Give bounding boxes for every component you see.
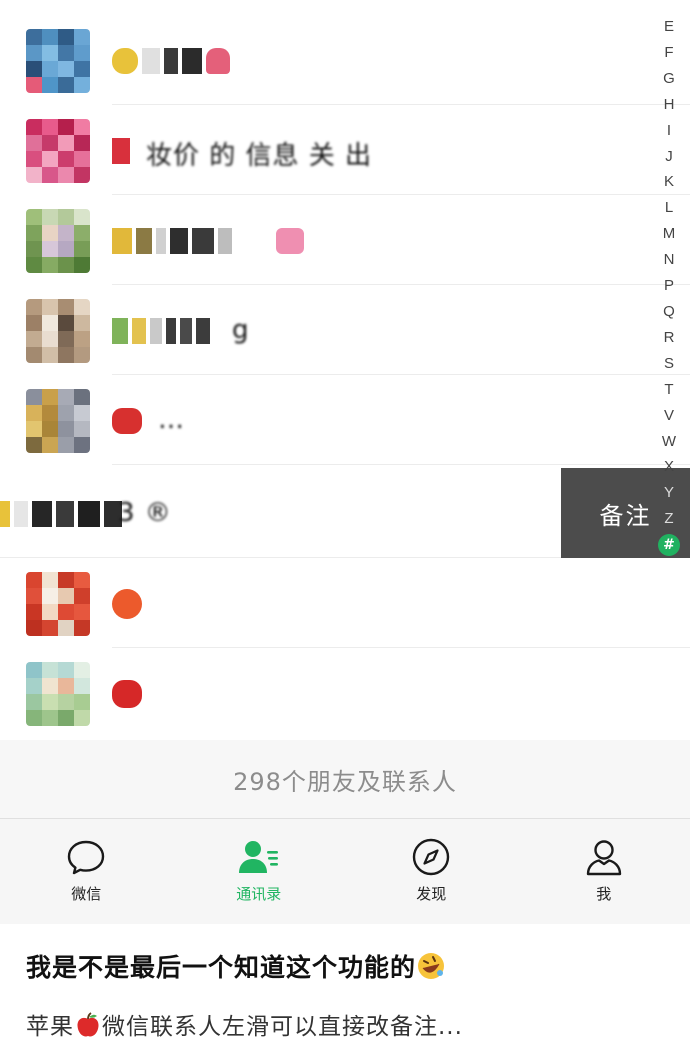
contact-count-text: 298个朋友及联系人	[233, 767, 457, 796]
contact-name-redacted	[112, 313, 210, 349]
post-title-text: 我是不是最后一个知道这个功能的	[26, 953, 417, 982]
tab-contacts[interactable]: 通讯录	[173, 819, 346, 924]
contact-avatar	[26, 572, 90, 636]
divider	[112, 464, 690, 465]
contact-name: 妆价 的 信息 关 出	[146, 141, 373, 171]
index-letter[interactable]: W	[662, 429, 676, 455]
contact-name: …	[158, 405, 185, 435]
contact-name-redacted	[112, 43, 230, 79]
index-letter[interactable]: K	[664, 169, 674, 195]
compass-icon	[409, 835, 453, 879]
index-letter[interactable]: Z	[664, 506, 673, 532]
contact-avatar	[26, 119, 90, 183]
index-letter[interactable]: P	[664, 273, 674, 299]
index-letter[interactable]: X	[664, 454, 674, 480]
index-letter[interactable]: E	[664, 14, 674, 40]
index-letter[interactable]: N	[664, 247, 675, 273]
tab-label: 发现	[416, 885, 447, 903]
index-letter[interactable]: V	[664, 403, 674, 429]
index-letter[interactable]: L	[665, 195, 673, 221]
contact-row[interactable]	[0, 195, 690, 285]
index-letter[interactable]: T	[664, 377, 673, 403]
post-caption: 我是不是最后一个知道这个功能的 苹果 微信联系人左滑可以直接改备注...	[0, 924, 690, 1044]
chat-bubble-icon	[64, 835, 108, 879]
post-body-suffix: 微信联系人左滑可以直接改备注...	[102, 1014, 463, 1040]
tab-discover[interactable]: 发现	[345, 819, 518, 924]
index-letter[interactable]: S	[664, 351, 674, 377]
contact-name: g	[232, 315, 250, 345]
contact-avatar	[26, 209, 90, 273]
contact-name-redacted	[0, 496, 122, 532]
tab-me[interactable]: 我	[518, 819, 690, 924]
contact-avatar	[26, 299, 90, 363]
contact-name-redacted	[112, 133, 130, 169]
tab-label: 我	[596, 885, 612, 903]
rolling-laughing-emoji-icon	[416, 951, 446, 987]
contact-name: 3 ®	[118, 498, 172, 528]
contact-row[interactable]	[0, 15, 690, 105]
contact-count: 298个朋友及联系人	[0, 740, 690, 818]
contact-row[interactable]	[0, 648, 690, 738]
contact-avatar	[26, 389, 90, 453]
index-letter[interactable]: G	[663, 66, 675, 92]
contact-avatar	[26, 29, 90, 93]
apple-emoji-icon	[74, 1011, 102, 1044]
index-letter[interactable]: M	[663, 221, 676, 247]
contact-row[interactable]: …	[0, 375, 690, 465]
contact-name-redacted	[112, 403, 142, 439]
index-letter[interactable]: Y	[664, 480, 674, 506]
index-letter[interactable]: Q	[663, 299, 675, 325]
index-letter[interactable]: F	[664, 40, 673, 66]
post-title: 我是不是最后一个知道这个功能的	[26, 948, 664, 987]
contact-list[interactable]: 妆价 的 信息 关 出 g … 3 ® 备注 E F G H I J K L M…	[0, 0, 690, 740]
post-body: 苹果 微信联系人左滑可以直接改备注...	[26, 1007, 664, 1044]
tab-label: 微信	[71, 885, 102, 903]
contacts-icon	[237, 835, 281, 879]
alphabet-index[interactable]: E F G H I J K L M N P Q R S T V W X Y Z …	[658, 14, 680, 557]
post-body-prefix: 苹果	[26, 1014, 74, 1040]
remark-button-label: 备注	[599, 501, 652, 530]
contact-name-redacted	[112, 223, 304, 259]
contact-avatar	[26, 662, 90, 726]
index-hash[interactable]: #	[658, 534, 680, 557]
tab-chats[interactable]: 微信	[0, 819, 173, 924]
contact-name-redacted	[112, 586, 142, 622]
index-letter[interactable]: I	[667, 118, 671, 144]
tab-label: 通讯录	[236, 885, 282, 903]
contact-row[interactable]: g	[0, 285, 690, 375]
bottom-tab-bar: 微信 通讯录 发现 我	[0, 818, 690, 924]
person-icon	[582, 835, 626, 879]
index-letter[interactable]: R	[664, 325, 675, 351]
index-letter[interactable]: H	[664, 92, 675, 118]
contact-name-redacted	[112, 676, 142, 712]
contact-row[interactable]: 妆价 的 信息 关 出	[0, 105, 690, 195]
index-letter[interactable]: J	[665, 144, 673, 170]
contact-row[interactable]	[0, 558, 690, 648]
